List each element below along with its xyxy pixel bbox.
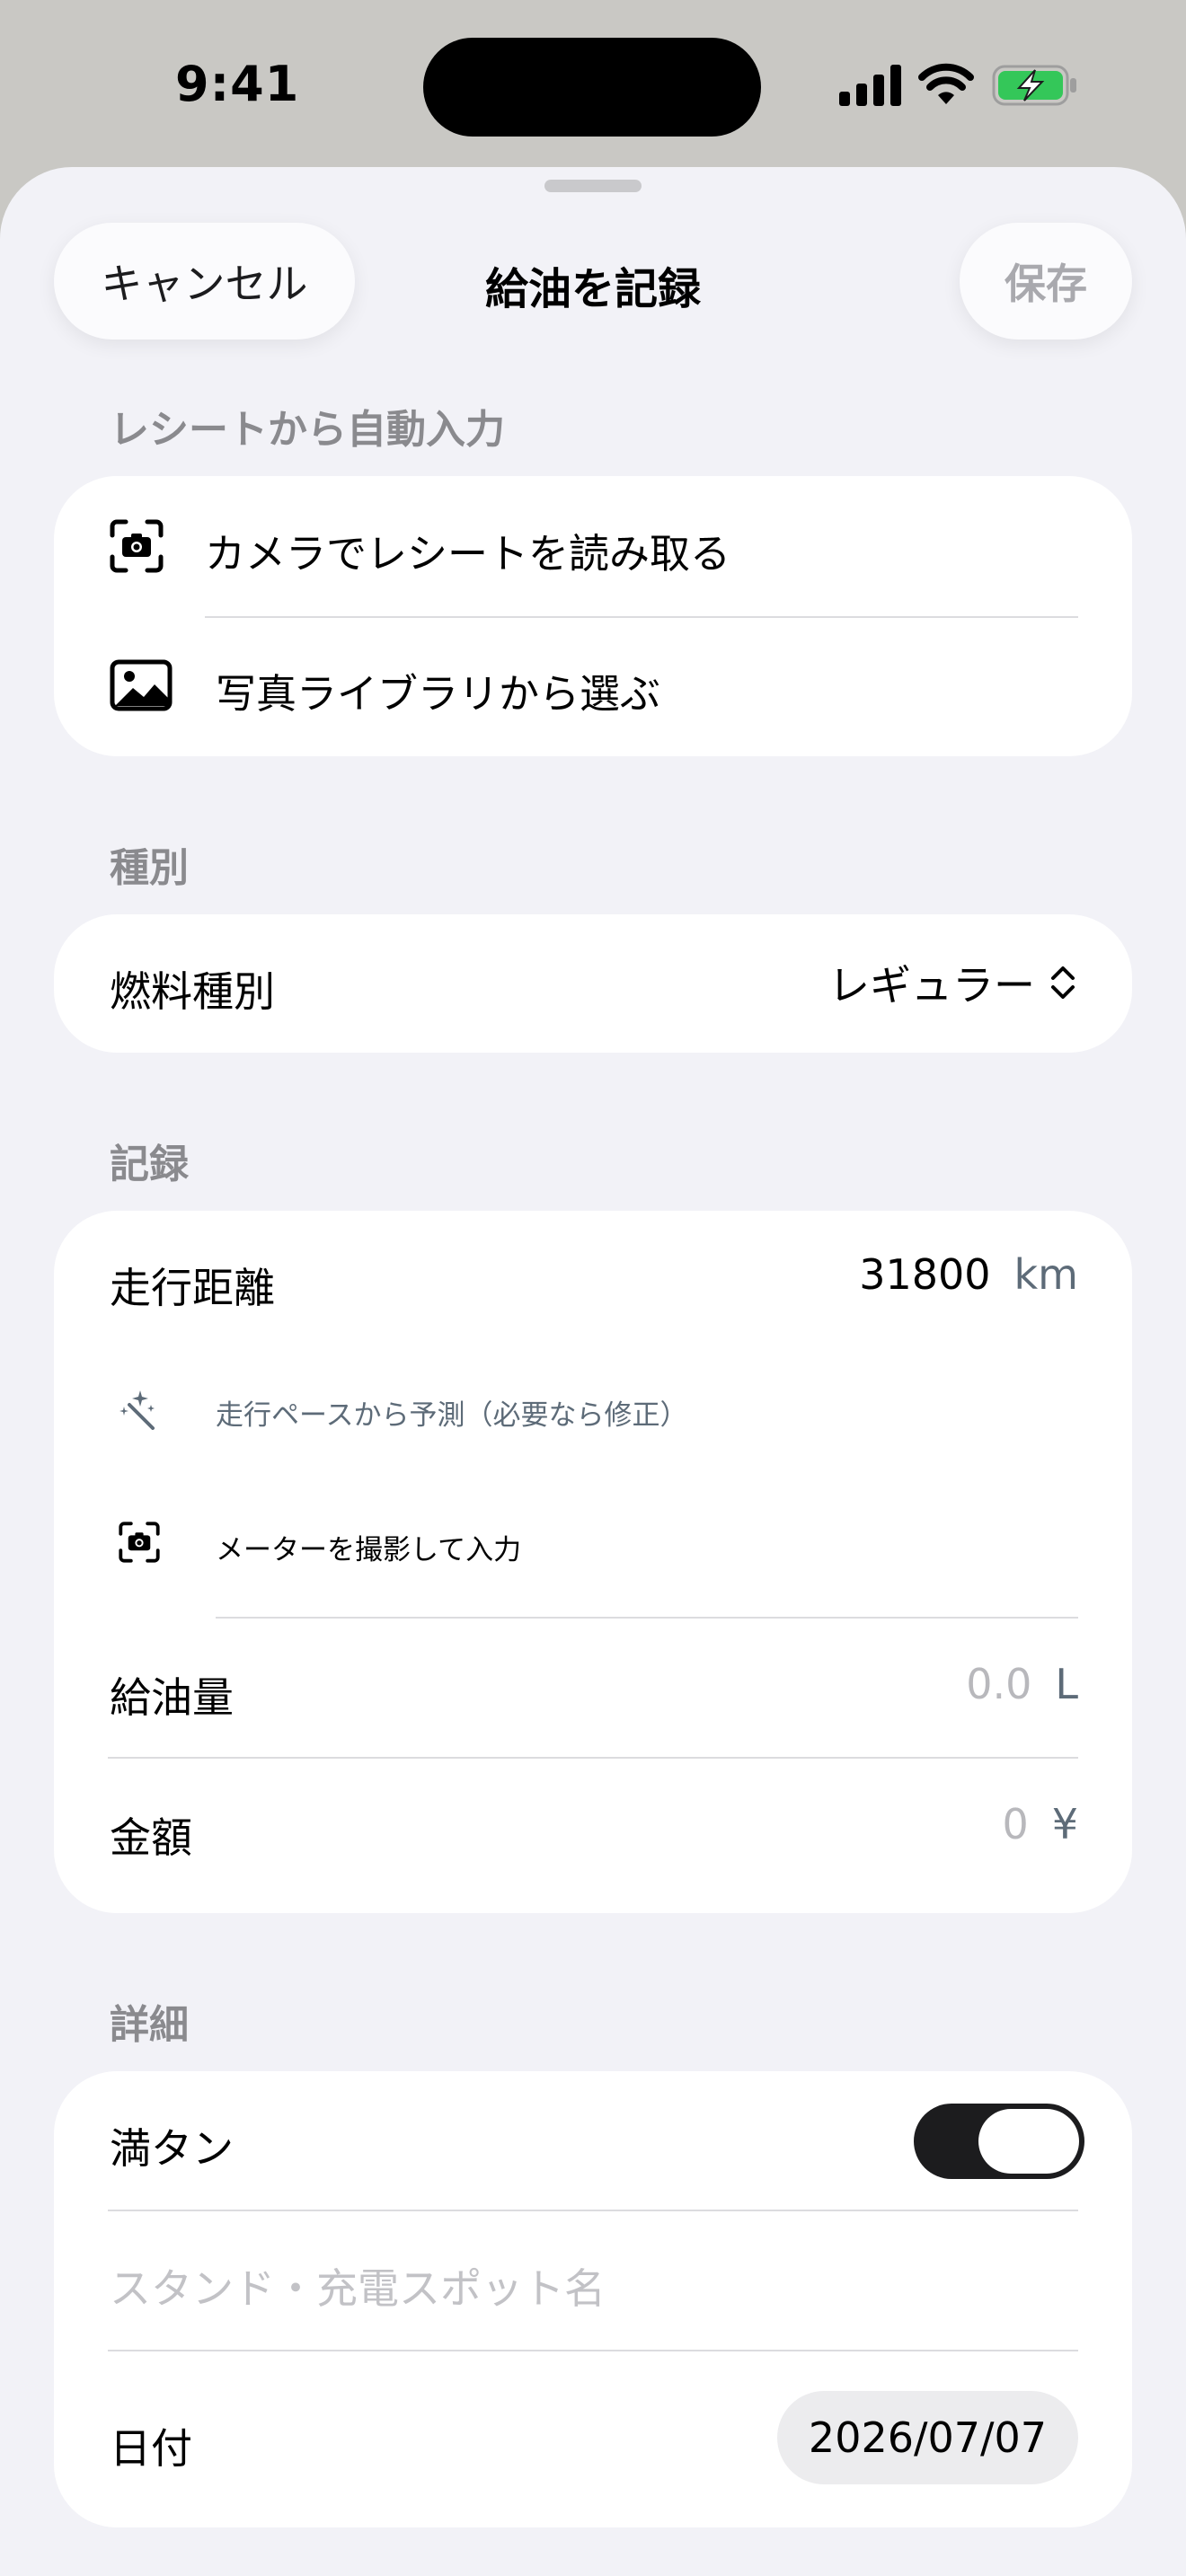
price-field[interactable]: 0 ¥ bbox=[1002, 1800, 1078, 1848]
fuel-type-label: 燃料種別 bbox=[110, 967, 275, 1016]
price-unit: ¥ bbox=[1051, 1800, 1078, 1848]
record-card: 走行距離 31800 km 走行ペースから予測（必要なら修正） メーターを撮影し… bbox=[54, 1211, 1132, 1913]
camera-viewfinder-icon bbox=[110, 519, 164, 573]
chevron-up-down-icon bbox=[1051, 966, 1075, 999]
date-picker-button[interactable]: 2026/07/07 bbox=[777, 2391, 1078, 2484]
wifi-icon bbox=[918, 63, 974, 104]
date-label: 日付 bbox=[110, 2424, 192, 2473]
battery-charging-icon bbox=[992, 65, 1076, 106]
photo-library-label: 写真ライブラリから選ぶ bbox=[216, 670, 661, 718]
fuel-amount-unit: L bbox=[1055, 1660, 1078, 1708]
save-button[interactable]: 保存 bbox=[960, 223, 1132, 340]
receipt-section-header: レシートから自動入力 bbox=[110, 407, 505, 453]
divider bbox=[108, 2350, 1078, 2351]
sheet-grabber[interactable] bbox=[544, 180, 642, 192]
fuel-type-picker[interactable]: レギュラー bbox=[828, 954, 1078, 1011]
type-section-header: 種別 bbox=[110, 845, 189, 891]
station-name-input[interactable]: スタンド・充電スポット名 bbox=[110, 2256, 606, 2316]
fuel-type-value: レギュラー bbox=[828, 961, 1035, 1010]
magic-wand-icon bbox=[119, 1390, 155, 1430]
odometer-label: 走行距離 bbox=[110, 1264, 275, 1312]
cellular-signal-icon bbox=[839, 65, 901, 106]
full-tank-toggle[interactable] bbox=[914, 2104, 1084, 2179]
fuel-amount-label: 給油量 bbox=[110, 1673, 234, 1722]
record-fuel-sheet: キャンセル 給油を記録 保存 レシートから自動入力 カメラでレシートを読み取る … bbox=[0, 167, 1186, 2576]
camera-viewfinder-icon bbox=[119, 1522, 160, 1563]
photo-icon bbox=[110, 659, 173, 711]
odometer-field[interactable]: 31800 km bbox=[859, 1250, 1078, 1299]
type-card: 燃料種別 レギュラー bbox=[54, 914, 1132, 1053]
scan-receipt-camera-row[interactable]: カメラでレシートを読み取る bbox=[54, 476, 1132, 616]
status-time: 9:41 bbox=[175, 56, 300, 112]
price-label: 金額 bbox=[110, 1813, 192, 1862]
status-bar: 9:41 bbox=[0, 0, 1186, 162]
detail-card: 満タン スタンド・充電スポット名 日付 2026/07/07 bbox=[54, 2071, 1132, 2527]
meter-photo-label: メーターを撮影して入力 bbox=[216, 1534, 522, 1566]
fuel-amount-input: 0.0 bbox=[966, 1660, 1032, 1708]
divider bbox=[108, 2210, 1078, 2211]
receipt-card: カメラでレシートを読み取る 写真ライブラリから選ぶ bbox=[54, 476, 1132, 756]
price-input: 0 bbox=[1002, 1800, 1029, 1848]
odometer-unit: km bbox=[1013, 1250, 1078, 1299]
toggle-knob bbox=[978, 2109, 1079, 2174]
divider bbox=[216, 1617, 1078, 1619]
divider bbox=[108, 1757, 1078, 1759]
detail-section-header: 詳細 bbox=[110, 2002, 189, 2048]
dynamic-island bbox=[423, 38, 761, 137]
photo-library-row[interactable]: 写真ライブラリから選ぶ bbox=[54, 618, 1132, 756]
full-tank-label: 満タン bbox=[110, 2124, 234, 2173]
scan-receipt-camera-label: カメラでレシートを読み取る bbox=[205, 530, 731, 578]
meter-photo-row[interactable]: メーターを撮影して入力 bbox=[54, 1486, 1132, 1593]
odometer-value: 31800 bbox=[859, 1250, 991, 1299]
prediction-hint: 走行ペースから予測（必要なら修正） bbox=[216, 1399, 688, 1432]
fuel-amount-field[interactable]: 0.0 L bbox=[966, 1660, 1078, 1708]
record-section-header: 記録 bbox=[110, 1142, 189, 1187]
